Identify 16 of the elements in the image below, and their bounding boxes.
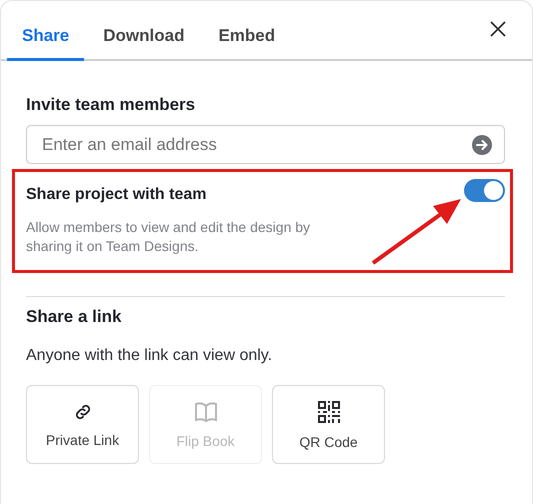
email-field[interactable]: Enter an email address (26, 125, 505, 164)
note-text: Anyone with the link can view only. (26, 347, 274, 365)
section-heading: Share a link (26, 307, 122, 327)
arrow-right-icon[interactable] (472, 135, 492, 155)
book-icon (194, 400, 218, 422)
share-option-button[interactable]: Private Link (26, 385, 139, 464)
section-heading: Invite team members (26, 95, 196, 115)
tab[interactable]: Share (7, 26, 84, 61)
toggle-switch[interactable] (464, 179, 505, 202)
share-option-button[interactable]: QR Code (272, 385, 385, 464)
close-icon[interactable] (489, 20, 507, 38)
setting-title: Share project with team (26, 186, 208, 204)
setting-description: Allow members to view and edit the design by sharing it on Team Designs. (26, 218, 312, 256)
tab[interactable]: Embed (203, 26, 290, 61)
tab[interactable]: Download (88, 26, 200, 61)
qr-code-icon (316, 400, 340, 424)
